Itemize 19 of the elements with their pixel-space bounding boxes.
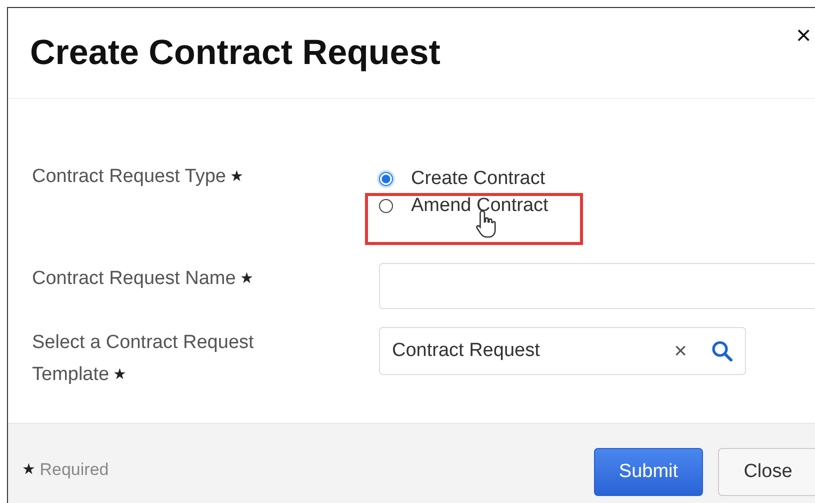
dialog-title: Create Contract Request (30, 33, 440, 73)
field-label: Contract Request Type ★ (32, 165, 244, 189)
required-note: ★ Required (22, 460, 109, 480)
required-mark: ★ (113, 366, 126, 383)
radio-button[interactable] (379, 198, 393, 212)
clear-icon[interactable]: × (674, 338, 687, 364)
radio-option[interactable]: Create Contract (379, 165, 589, 192)
submit-button[interactable]: Submit (594, 448, 703, 496)
required-mark: ★ (230, 168, 243, 185)
close-icon[interactable]: × (796, 20, 812, 51)
required-mark: ★ (240, 270, 253, 287)
name-input-field[interactable] (379, 263, 815, 309)
field-label: Contract Request Name ★ (32, 267, 254, 291)
radio-option[interactable]: Amend Contract (379, 192, 589, 219)
search-icon[interactable] (711, 340, 733, 362)
close-button[interactable]: Close (718, 448, 815, 496)
field-label: Select a Contract Request Template ★ (32, 331, 255, 387)
radio-button[interactable] (379, 172, 393, 186)
template-lookup-field[interactable]: Contract Request × (379, 327, 746, 375)
